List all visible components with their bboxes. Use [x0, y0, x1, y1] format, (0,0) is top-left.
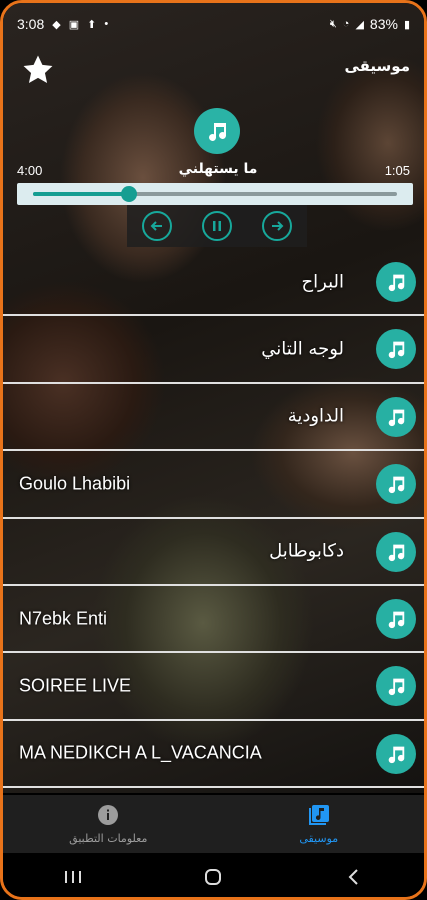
star-icon[interactable]	[21, 53, 55, 87]
song-title: Goulo Lhabibi	[19, 473, 131, 494]
dot-icon: •	[104, 18, 109, 30]
elapsed-time: 1:05	[384, 163, 410, 178]
song-list: البراح لوجه التاني الداودية Goulo Lhabibi دك…	[3, 249, 424, 789]
signal-icon: ◢	[355, 18, 364, 31]
arrow-right-icon[interactable]	[262, 211, 292, 241]
song-item[interactable]: N7ebk Enti	[3, 586, 424, 654]
song-title: لوجه التاني	[261, 338, 344, 360]
song-item[interactable]: MA NEDIKCH A L_VACANCIA	[3, 721, 424, 789]
notification-dot-icon: ◆	[52, 18, 61, 31]
song-title: الداودية	[287, 405, 344, 427]
app-header: موسيقى	[3, 45, 424, 105]
nav-tab-label: موسيقى	[299, 832, 339, 845]
music-note-icon[interactable]	[376, 598, 416, 639]
upload-icon: ⬆	[87, 18, 97, 31]
info-icon	[96, 803, 120, 827]
home-icon[interactable]	[193, 862, 233, 892]
song-item[interactable]: Goulo Lhabibi	[3, 451, 424, 519]
nav-tab[interactable]: معلومات التطبيق	[3, 795, 214, 853]
song-title: MA NEDIKCH A L_VACANCIA	[19, 742, 262, 763]
system-navigation-bar	[3, 853, 424, 897]
music-note-icon[interactable]	[376, 262, 416, 302]
song-item[interactable]: البراح	[3, 249, 424, 317]
nav-tab-label: معلومات التطبيق	[69, 832, 148, 845]
wifi-icon: ◔	[342, 18, 350, 30]
now-playing-music-icon	[194, 108, 240, 154]
song-item[interactable]: الداودية	[3, 384, 424, 452]
song-item[interactable]: SOIREE LIVE	[3, 653, 424, 721]
music-note-icon[interactable]	[376, 329, 416, 370]
mute-icon: 🔇︎	[329, 17, 337, 30]
status-time: 3:08	[17, 16, 45, 32]
music-note-icon[interactable]	[376, 733, 416, 774]
battery-icon: ▮	[403, 18, 410, 31]
music-note-icon[interactable]	[376, 531, 416, 572]
song-title: دكابوطابل	[269, 540, 344, 562]
now-playing-title: ما يستهلني	[178, 161, 258, 177]
image-icon: ▣	[68, 18, 80, 31]
status-bar: 3:08 ◆ ▣ ⬆ • 🔇︎ ◔ ◢ 83% ▮	[3, 3, 424, 45]
pause-icon[interactable]	[202, 211, 232, 241]
seek-bar[interactable]	[17, 183, 413, 205]
seek-thumb[interactable]	[121, 186, 138, 202]
recent-apps-icon[interactable]	[53, 862, 93, 892]
back-icon[interactable]	[334, 862, 374, 892]
playback-controls	[127, 205, 307, 247]
song-item[interactable]: لوجه التاني	[3, 316, 424, 384]
music-note-icon[interactable]	[376, 396, 416, 437]
app-title: موسيقى	[344, 57, 410, 75]
song-item[interactable]: دكابوطابل	[3, 519, 424, 586]
seek-progress	[33, 192, 130, 196]
music-note-icon[interactable]	[376, 666, 416, 707]
arrow-left-icon[interactable]	[142, 211, 172, 241]
music-note-icon[interactable]	[376, 464, 416, 505]
music-library-icon	[307, 803, 331, 827]
song-title: البراح	[301, 271, 344, 293]
song-title: N7ebk Enti	[19, 608, 108, 629]
song-title: SOIREE LIVE	[19, 675, 132, 696]
bottom-navigation: معلومات التطبيق موسيقى	[3, 795, 424, 853]
total-time: 4:00	[17, 163, 43, 178]
nav-tab[interactable]: موسيقى	[214, 795, 425, 853]
battery-level: 83%	[369, 16, 398, 32]
phone-frame: 3:08 ◆ ▣ ⬆ • 🔇︎ ◔ ◢ 83% ▮ موسيقى ما يسته…	[0, 0, 427, 900]
